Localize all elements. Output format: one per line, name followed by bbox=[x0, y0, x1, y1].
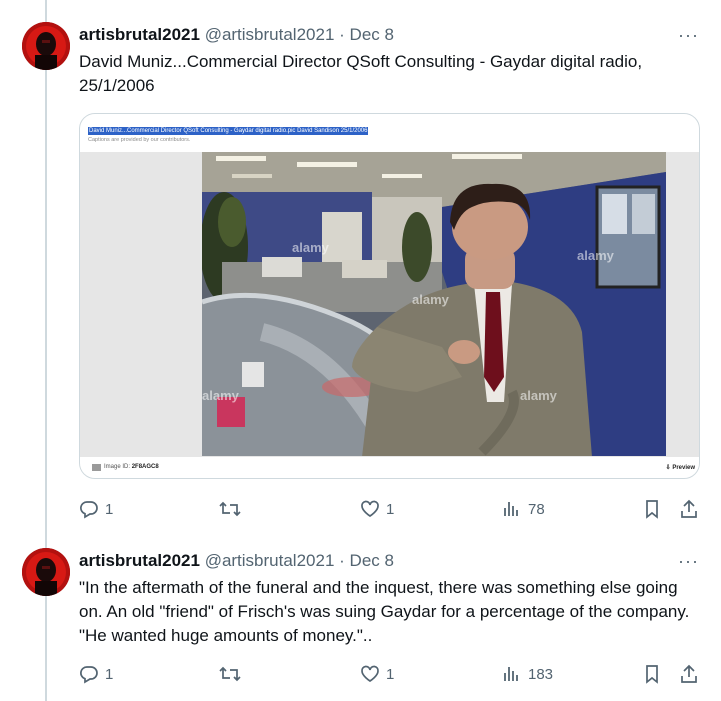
tweet-header: artisbrutal2021 @artisbrutal2021 · Dec 8 bbox=[79, 24, 681, 46]
author-name[interactable]: artisbrutal2021 bbox=[79, 551, 200, 570]
bookmark-icon bbox=[646, 665, 658, 684]
action-bar: 1 1 78 bbox=[79, 498, 704, 520]
author-handle[interactable]: @artisbrutal2021 bbox=[205, 25, 335, 44]
share-icon bbox=[681, 499, 697, 518]
office-photo: alamy alamy alamy alamy alamy bbox=[202, 152, 666, 457]
reply-icon bbox=[80, 666, 98, 684]
image-preview-link[interactable]: ⇩ Preview bbox=[666, 464, 695, 471]
image-id: Image ID: 2F8AGC8 bbox=[104, 464, 159, 470]
tweet[interactable]: artisbrutal2021 @artisbrutal2021 · Dec 8… bbox=[0, 540, 721, 701]
watermark: alamy bbox=[412, 292, 450, 307]
views-button[interactable]: 78 bbox=[502, 498, 545, 520]
bookmark-icon bbox=[646, 500, 658, 519]
more-options-button[interactable]: ··· bbox=[678, 552, 699, 570]
watermark: alamy bbox=[577, 248, 615, 263]
share-button[interactable] bbox=[679, 663, 699, 685]
reply-icon bbox=[80, 501, 98, 519]
like-count: 1 bbox=[386, 665, 395, 683]
watermark: alamy bbox=[520, 388, 558, 403]
tweet-date[interactable]: Dec 8 bbox=[350, 25, 394, 44]
share-icon bbox=[681, 664, 697, 683]
reply-button[interactable]: 1 bbox=[79, 498, 113, 520]
image-footer: Image ID: 2F8AGC8 ⇩ Preview bbox=[80, 456, 699, 478]
tweet-image[interactable]: David Muniz...Commercial Director QSoft … bbox=[79, 113, 700, 479]
separator-dot: · bbox=[339, 551, 345, 570]
reply-count: 1 bbox=[105, 665, 114, 683]
retweet-button[interactable] bbox=[219, 498, 247, 520]
action-bar: 1 1 183 bbox=[79, 663, 704, 685]
share-button[interactable] bbox=[679, 498, 699, 520]
avatar[interactable] bbox=[22, 22, 70, 70]
views-icon bbox=[504, 502, 518, 516]
views-button[interactable]: 183 bbox=[502, 663, 553, 685]
tweet-date[interactable]: Dec 8 bbox=[350, 551, 394, 570]
retweet-icon bbox=[219, 501, 241, 517]
author-handle[interactable]: @artisbrutal2021 bbox=[205, 551, 335, 570]
reply-button[interactable]: 1 bbox=[79, 663, 113, 685]
tweet[interactable]: artisbrutal2021 @artisbrutal2021 · Dec 8… bbox=[0, 0, 721, 540]
watermark: alamy bbox=[292, 240, 330, 255]
like-button[interactable]: 1 bbox=[360, 498, 394, 520]
avatar[interactable] bbox=[22, 548, 70, 596]
reply-count: 1 bbox=[105, 500, 114, 518]
more-options-button[interactable]: ··· bbox=[678, 26, 699, 44]
separator-dot: · bbox=[339, 25, 345, 44]
bookmark-button[interactable] bbox=[642, 663, 662, 685]
image-id-icon bbox=[92, 464, 101, 471]
like-button[interactable]: 1 bbox=[360, 663, 394, 685]
watermark: alamy bbox=[202, 388, 240, 403]
retweet-icon bbox=[219, 666, 241, 682]
heart-icon bbox=[361, 665, 379, 683]
tweet-text: "In the aftermath of the funeral and the… bbox=[79, 578, 690, 645]
views-icon bbox=[504, 667, 518, 681]
like-count: 1 bbox=[386, 500, 395, 518]
views-count: 78 bbox=[528, 500, 545, 518]
author-name[interactable]: artisbrutal2021 bbox=[79, 25, 200, 44]
image-caption-area: David Muniz...Commercial Director QSoft … bbox=[80, 114, 699, 152]
image-caption-note: Captions are provided by our contributor… bbox=[88, 137, 191, 143]
views-count: 183 bbox=[528, 665, 554, 683]
heart-icon bbox=[361, 500, 379, 518]
tweet-header: artisbrutal2021 @artisbrutal2021 · Dec 8 bbox=[79, 550, 681, 572]
image-caption-highlight: David Muniz...Commercial Director QSoft … bbox=[88, 127, 369, 135]
retweet-button[interactable] bbox=[219, 663, 247, 685]
bookmark-button[interactable] bbox=[642, 498, 662, 520]
tweet-text: David Muniz...Commercial Director QSoft … bbox=[79, 52, 643, 95]
